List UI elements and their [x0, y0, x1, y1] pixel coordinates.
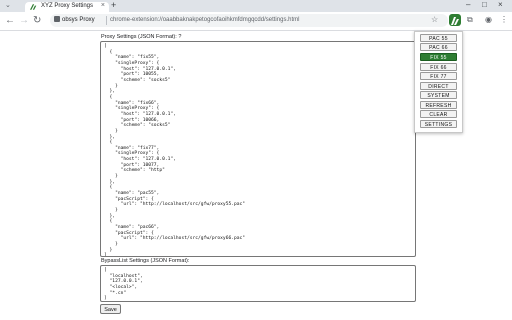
profile-avatar-icon[interactable]: ◉	[485, 15, 492, 24]
clear-button[interactable]: CLEAR	[420, 110, 457, 118]
minimize-icon[interactable]: –	[466, 0, 470, 9]
refresh-button[interactable]: REFRESH	[420, 101, 457, 109]
fix66-button[interactable]: FIX 66	[420, 63, 457, 71]
tab-search-icon[interactable]: ⌄	[5, 1, 11, 9]
pac55-button[interactable]: PAC 55	[420, 34, 457, 42]
extensions-puzzle-icon[interactable]: ⧉	[467, 15, 473, 25]
fix55-button[interactable]: FIX 55	[420, 53, 457, 61]
origin-chip[interactable]: obsys Proxy	[54, 16, 95, 25]
proxy-settings-label: Proxy Settings (JSON Format): ?	[101, 34, 182, 40]
maximize-icon[interactable]: □	[482, 0, 487, 9]
window-close-icon[interactable]: ×	[498, 0, 503, 9]
save-button[interactable]: Save	[100, 304, 121, 314]
more-menu-icon[interactable]: ⋮	[500, 15, 508, 24]
origin-chip-label: obsys Proxy	[62, 17, 95, 23]
reload-icon[interactable]: ↻	[33, 15, 41, 26]
proxy-popup: PAC 55 PAC 66 FIX 55 FIX 66 FIX 77 DIREC…	[414, 31, 463, 133]
bookmark-star-icon[interactable]: ☆	[431, 15, 438, 24]
pac66-button[interactable]: PAC 66	[420, 43, 457, 51]
tab-title: XYZ Proxy Settings	[41, 3, 94, 9]
tab-strip: ⌄ XYZ Proxy Settings × + – □ ×	[0, 0, 512, 12]
proxy-settings-textarea[interactable]: [ { "name": "fix55", "singleProxy": { "h…	[100, 41, 416, 257]
back-icon[interactable]: ←	[5, 15, 15, 26]
bypass-settings-textarea[interactable]: [ "localhost", "127.0.0.1", "<local>", "…	[100, 265, 416, 302]
url-text[interactable]: chrome-extension://oaabbaknakpetogcofaoi…	[110, 16, 299, 25]
browser-toolbar: ← → ↻ obsys Proxy chrome-extension://oaa…	[0, 12, 512, 31]
settings-button[interactable]: SETTINGS	[420, 120, 457, 128]
extension-logo-icon	[451, 17, 459, 25]
address-bar[interactable]: obsys Proxy chrome-extension://oaabbakna…	[50, 14, 448, 27]
bypass-settings-label: BypassList Settings (JSON Format):	[101, 258, 190, 264]
tab-settings[interactable]: XYZ Proxy Settings ×	[25, 2, 109, 12]
extension-logo-icon	[30, 4, 37, 10]
chip-divider	[106, 16, 107, 25]
close-tab-icon[interactable]: ×	[101, 2, 105, 9]
bypass-settings-json[interactable]: [ "localhost", "127.0.0.1", "<local>", "…	[101, 266, 415, 301]
direct-button[interactable]: DIRECT	[420, 82, 457, 90]
new-tab-icon[interactable]: +	[111, 0, 116, 10]
fix77-button[interactable]: FIX 77	[420, 72, 457, 80]
system-button[interactable]: SYSTEM	[420, 91, 457, 99]
xyz-proxy-extension-button[interactable]	[449, 14, 461, 26]
forward-icon[interactable]: →	[19, 15, 29, 26]
proxy-settings-json[interactable]: [ { "name": "fix55", "singleProxy": { "h…	[101, 42, 415, 256]
extension-page-icon	[54, 16, 60, 23]
